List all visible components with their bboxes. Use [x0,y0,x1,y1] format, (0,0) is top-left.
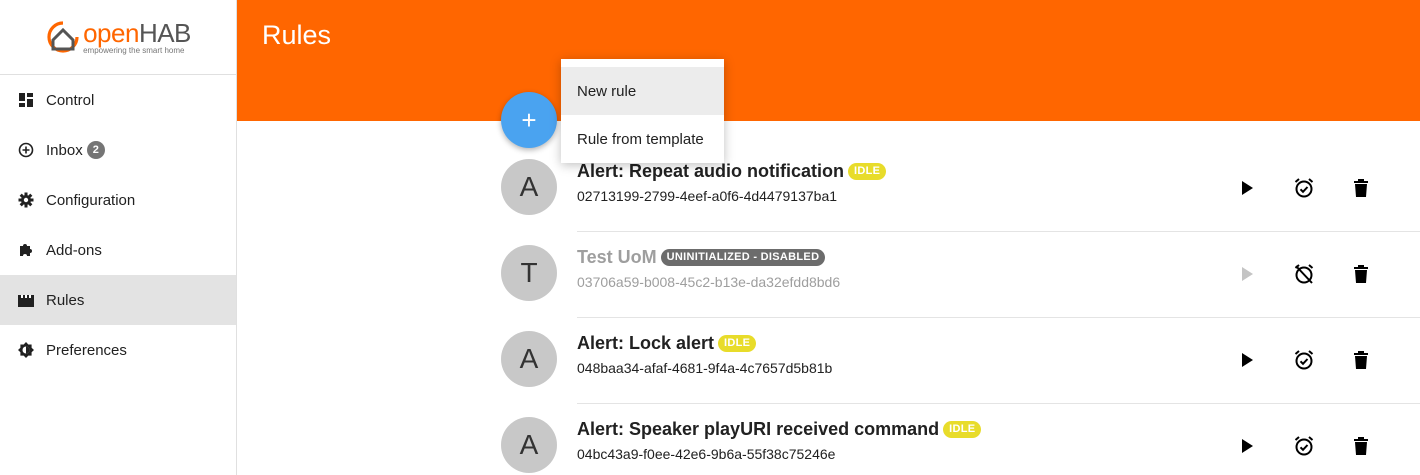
brightness-icon [18,342,34,358]
rule-name: Alert: Repeat audio notification [577,161,845,181]
page-title: Rules [262,20,332,50]
alarm-check-icon [1294,178,1314,198]
rule-avatar: A [501,331,557,387]
rule-uid: 048baa34-afaf-4681-9f4a-4c7657d5b81b [577,360,833,376]
status-badge: UNINITIALIZED - DISABLED [660,249,826,266]
trash-icon [1354,351,1368,369]
clapperboard-icon [18,292,34,308]
gear-icon [18,192,34,208]
sidebar-item-control[interactable]: Control [0,75,236,125]
disable-rule-button[interactable] [1289,431,1319,461]
sidebar-item-inbox[interactable]: Inbox 2 [0,125,236,175]
sidebar-item-label: Configuration [46,191,136,209]
run-rule-button[interactable] [1232,259,1262,289]
sidebar-item-label: Add-ons [46,241,102,259]
sidebar-item-label: Inbox [46,141,83,159]
menu-item-new-rule[interactable]: New rule [561,67,724,115]
alarm-check-icon [1294,436,1314,456]
alarm-off-icon [1294,264,1314,284]
run-rule-button[interactable] [1232,431,1262,461]
sidebar-item-preferences[interactable]: Preferences [0,325,236,375]
rule-row[interactable]: A Alert: Speaker playURI received comman… [501,404,1420,475]
delete-rule-button[interactable] [1346,345,1376,375]
play-icon [1242,353,1253,367]
delete-rule-button[interactable] [1346,173,1376,203]
status-badge: IDLE [943,421,982,438]
status-badge: IDLE [718,335,757,352]
sidebar-item-addons[interactable]: Add-ons [0,225,236,275]
add-icon: + [521,104,537,135]
disable-rule-button[interactable] [1289,173,1319,203]
rule-name: Alert: Lock alert [577,333,715,353]
alarm-check-icon [1294,350,1314,370]
openhab-logo[interactable]: openHAB empowering the smart home [45,19,191,55]
sidebar-item-rules[interactable]: Rules [0,275,236,325]
sidebar: openHAB empowering the smart home Contro… [0,0,237,475]
logo-open-text: open [83,17,139,48]
inbox-count-badge: 2 [86,141,105,159]
rule-name: Test UoM [577,247,657,267]
sidebar-item-configuration[interactable]: Configuration [0,175,236,225]
trash-icon [1354,179,1368,197]
play-icon [1242,439,1253,453]
delete-rule-button[interactable] [1346,431,1376,461]
add-rule-button[interactable]: + [501,92,557,148]
play-icon [1242,181,1253,195]
disable-rule-button[interactable] [1289,345,1319,375]
logo-hab-text: HAB [138,17,191,48]
play-icon [1242,267,1253,281]
logo-area: openHAB empowering the smart home [0,0,236,75]
openhab-logo-icon [47,21,79,53]
trash-icon [1354,437,1368,455]
dashboard-icon [18,92,34,108]
delete-rule-button[interactable] [1346,259,1376,289]
rule-row[interactable]: A Alert: Lock alert IDLE 048baa34-afaf-4… [501,318,1420,404]
enable-rule-button[interactable] [1289,259,1319,289]
rule-uid: 04bc43a9-f0ee-42e6-9b6a-55f38c75246e [577,446,836,462]
rule-name: Alert: Speaker playURI received command [577,419,940,439]
rule-uid: 03706a59-b008-45c2-b13e-da32efdd8bd6 [577,274,841,290]
sidebar-item-label: Preferences [46,341,127,359]
rule-row[interactable]: T Test UoM UNINITIALIZED - DISABLED 0370… [501,232,1420,318]
rule-avatar: T [501,245,557,301]
sidebar-item-label: Rules [46,291,85,309]
run-rule-button[interactable] [1232,345,1262,375]
add-rule-menu: New rule Rule from template [561,59,724,163]
run-rule-button[interactable] [1232,173,1262,203]
menu-item-rule-from-template[interactable]: Rule from template [561,115,724,163]
trash-icon [1354,265,1368,283]
rule-uid: 02713199-2799-4eef-a0f6-4d4479137ba1 [577,188,838,204]
status-badge: IDLE [848,163,887,180]
puzzle-icon [18,242,34,258]
plus-circle-icon [18,142,34,158]
logo-tagline: empowering the smart home [83,45,185,55]
sidebar-item-label: Control [46,91,95,109]
rule-avatar: A [501,159,557,215]
page-header: Rules [237,0,1420,121]
rule-avatar: A [501,417,557,473]
